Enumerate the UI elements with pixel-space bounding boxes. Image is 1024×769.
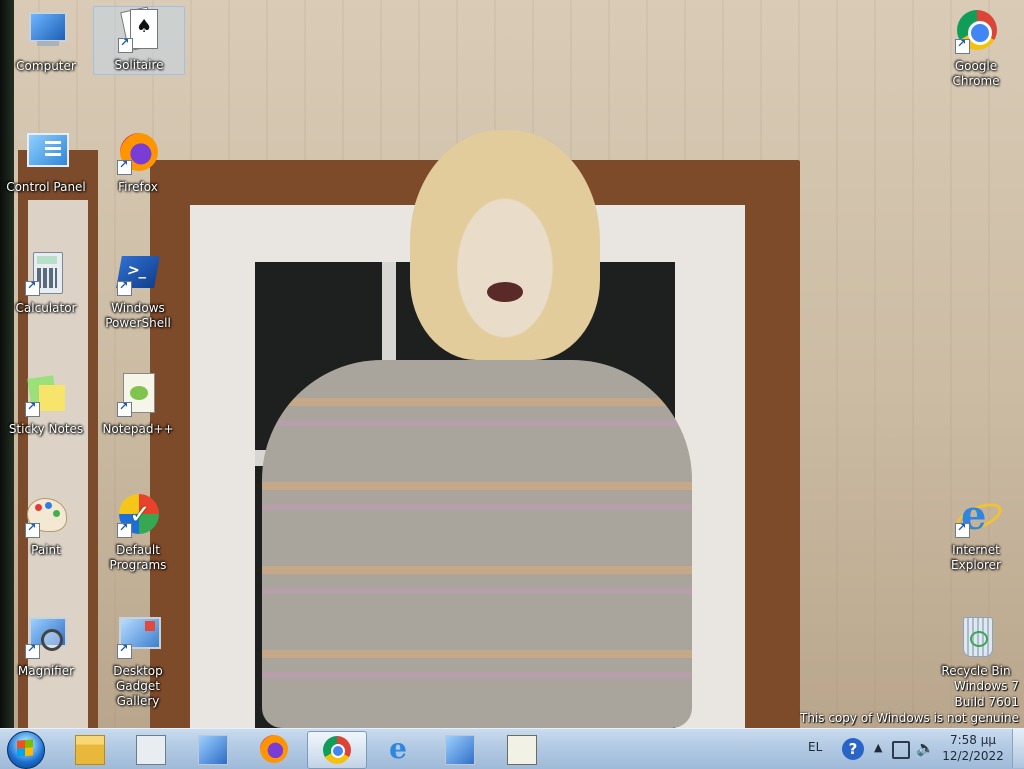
- powershell-icon: [115, 250, 161, 296]
- shortcut-arrow-icon: [955, 521, 970, 538]
- show-hidden-icons-icon[interactable]: ▲: [874, 741, 882, 754]
- taskbar-chrome[interactable]: [307, 731, 367, 769]
- shortcut-arrow-icon: [118, 36, 133, 53]
- shortcut-arrow-icon: [117, 642, 132, 659]
- desktop-icon-recycle-bin[interactable]: Recycle Bin: [930, 613, 1022, 679]
- desktop-icon-label: Firefox: [118, 180, 158, 194]
- folder-icon: [75, 735, 105, 765]
- desktop-icon-magnifier[interactable]: Magnifier: [1, 613, 91, 679]
- firefox-icon: [115, 129, 161, 175]
- default-programs-icon: ✓: [115, 492, 161, 538]
- shortcut-arrow-icon: [117, 521, 132, 538]
- network-icon[interactable]: [892, 741, 910, 759]
- shortcut-arrow-icon: [117, 400, 132, 417]
- desktop-icon-label: Sticky Notes: [8, 422, 84, 436]
- monitor-icon: [198, 735, 228, 765]
- watermark-os: Windows 7: [953, 679, 1019, 693]
- chrome-icon: [953, 8, 999, 54]
- wallpaper-figure-body: [262, 360, 692, 728]
- desktop-icon-label: Calculator: [15, 301, 77, 315]
- watermark-build: Build 7601: [954, 695, 1019, 709]
- taskbar: e EL ? ▲ 🔈 7:58 μμ 12/2/2022: [0, 728, 1024, 769]
- solitaire-icon: [116, 6, 162, 53]
- magnifier-icon: [445, 735, 475, 765]
- language-indicator[interactable]: EL: [808, 740, 822, 754]
- recycle-bin-icon: [953, 613, 999, 659]
- desktop-icon-label: Notepad++: [102, 422, 174, 436]
- desktop-icon-label: Google Chrome: [952, 59, 1000, 88]
- sticky-notes-icon: [23, 371, 69, 417]
- desktop-icon-label: Computer: [16, 59, 76, 73]
- desktop-icon-powershell[interactable]: Windows PowerShell: [93, 250, 183, 331]
- calculator-icon: [23, 250, 69, 296]
- desktop[interactable]: Computer Solitaire Google Chrome Control…: [0, 0, 1024, 728]
- desktop-icon-firefox[interactable]: Firefox: [93, 129, 183, 195]
- show-desktop-button[interactable]: [1012, 729, 1024, 768]
- calculator-icon: [136, 735, 166, 765]
- magnifier-icon: [23, 613, 69, 659]
- desktop-icon-paint[interactable]: Paint: [1, 492, 91, 558]
- chrome-icon: [323, 736, 351, 764]
- desktop-icon-label: Desktop Gadget Gallery: [113, 664, 163, 708]
- desktop-icon-calculator[interactable]: Calculator: [1, 250, 91, 316]
- notepadpp-icon: [115, 371, 161, 417]
- shortcut-arrow-icon: [25, 279, 40, 296]
- desktop-icon-chrome[interactable]: Google Chrome: [930, 8, 1022, 89]
- desktop-icon-gadget-gallery[interactable]: Desktop Gadget Gallery: [93, 613, 183, 709]
- taskbar-explorer[interactable]: [60, 731, 118, 767]
- taskbar-calculator[interactable]: [121, 731, 179, 767]
- windows-logo-icon: [17, 739, 33, 757]
- desktop-icon-label: Solitaire: [114, 58, 164, 72]
- paint-icon: [23, 492, 69, 538]
- desktop-icon-label: Magnifier: [17, 664, 75, 678]
- computer-icon: [23, 8, 69, 54]
- desktop-icon-label: Recycle Bin: [941, 664, 1011, 678]
- taskbar-ie[interactable]: e: [369, 731, 427, 767]
- control-panel-icon: [23, 129, 69, 175]
- desktop-icon-label: Default Programs: [109, 543, 167, 572]
- shortcut-arrow-icon: [25, 521, 40, 538]
- desktop-icon-label: Paint: [31, 543, 61, 557]
- notepadpp-icon: [507, 735, 537, 765]
- desktop-icon-internet-explorer[interactable]: e Internet Explorer: [930, 492, 1022, 573]
- watermark-notice: This copy of Windows is not genuine: [800, 711, 1019, 725]
- shortcut-arrow-icon: [117, 158, 132, 175]
- wallpaper-figure-lips: [487, 282, 523, 302]
- desktop-icon-label: Windows PowerShell: [105, 301, 171, 330]
- taskbar-magnifier[interactable]: [430, 731, 488, 767]
- desktop-icon-control-panel[interactable]: Control Panel: [1, 129, 91, 195]
- gadget-gallery-icon: [115, 613, 161, 659]
- volume-icon[interactable]: 🔈: [916, 739, 935, 757]
- clock[interactable]: 7:58 μμ 12/2/2022: [938, 732, 1008, 764]
- desktop-icon-label: Internet Explorer: [951, 543, 1001, 572]
- taskbar-notepadpp[interactable]: [492, 731, 550, 767]
- shortcut-arrow-icon: [117, 279, 132, 296]
- ie-icon: e: [389, 732, 407, 765]
- help-icon[interactable]: ?: [842, 738, 864, 760]
- ie-icon: e: [952, 492, 1006, 539]
- desktop-icon-default-programs[interactable]: ✓ Default Programs: [93, 492, 183, 573]
- taskbar-firefox[interactable]: [245, 731, 303, 767]
- genuine-watermark: Windows 7 Build 7601 This copy of Window…: [800, 678, 1019, 726]
- desktop-icon-computer[interactable]: Computer: [1, 8, 91, 74]
- taskbar-remote-desktop[interactable]: [183, 731, 241, 767]
- start-button[interactable]: [4, 730, 46, 769]
- desktop-icon-notepadpp[interactable]: Notepad++: [93, 371, 183, 437]
- shortcut-arrow-icon: [25, 642, 40, 659]
- wallpaper-figure-head: [410, 130, 600, 360]
- clock-time: 7:58 μμ: [949, 733, 997, 747]
- shortcut-arrow-icon: [955, 37, 970, 54]
- desktop-icon-label: Control Panel: [6, 180, 86, 194]
- clock-date: 12/2/2022: [942, 749, 1004, 763]
- desktop-icon-sticky-notes[interactable]: Sticky Notes: [1, 371, 91, 437]
- firefox-icon: [260, 735, 288, 763]
- shortcut-arrow-icon: [25, 400, 40, 417]
- desktop-icon-solitaire[interactable]: Solitaire: [93, 6, 185, 75]
